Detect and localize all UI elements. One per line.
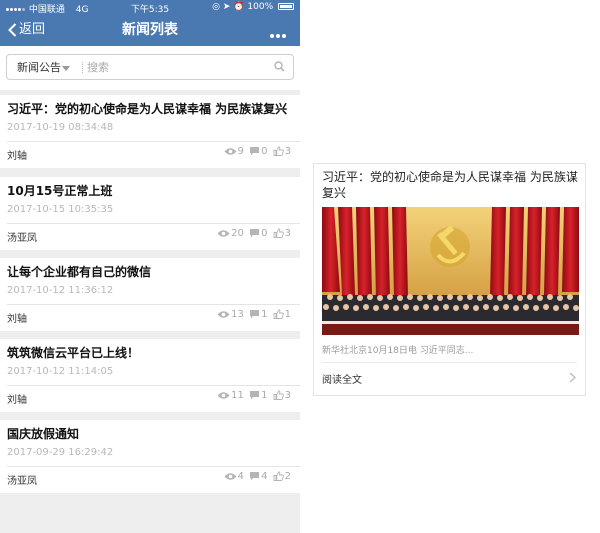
- page-title: 新闻列表: [122, 22, 178, 38]
- gps-arrow-icon: ➤: [222, 2, 231, 12]
- news-stats: 4 4 2: [224, 471, 294, 482]
- view-count: 11: [231, 390, 244, 401]
- news-item[interactable]: 让每个企业都有自己的微信 2017-10-12 11:36:12 刘轴 13 1…: [0, 258, 300, 331]
- news-title[interactable]: 让每个企业都有自己的微信: [7, 263, 151, 280]
- view-count: 4: [237, 471, 244, 482]
- news-item[interactable]: 习近平：党的初心使命是为人民谋幸福 为民族谋复兴 2017-10-19 08:3…: [0, 95, 300, 168]
- comment-count: 1: [261, 390, 268, 401]
- news-title[interactable]: 10月15号正常上班: [7, 182, 112, 199]
- article-image: [322, 207, 579, 335]
- eye-icon: [224, 147, 236, 155]
- category-dropdown[interactable]: 新闻公告: [17, 55, 70, 80]
- dropdown-arrow-icon: [62, 65, 70, 71]
- status-bar: 中国联通 4G 下午5:35 ◎ ➤ ⏰ 100%: [0, 0, 300, 15]
- news-stats: 11 1 3: [217, 390, 293, 401]
- like-count: 3: [284, 390, 291, 401]
- news-title[interactable]: 筑筑微信云平台已上线！: [7, 344, 139, 361]
- like-count: 2: [284, 471, 291, 482]
- chevron-right-icon[interactable]: [569, 372, 576, 383]
- thumbs-up-icon[interactable]: [273, 228, 284, 238]
- thumbs-up-icon[interactable]: [273, 471, 284, 481]
- view-count: 9: [237, 146, 244, 157]
- eye-icon: [217, 310, 230, 318]
- comment-count: 1: [261, 309, 268, 320]
- like-count: 3: [284, 228, 291, 239]
- comment-icon[interactable]: [249, 309, 260, 319]
- news-date: 2017-10-12 11:36:12: [7, 285, 114, 296]
- thumbs-up-icon[interactable]: [273, 309, 284, 319]
- news-item[interactable]: 筑筑微信云平台已上线！ 2017-10-12 11:14:05 刘轴 11 1 …: [0, 339, 300, 412]
- news-author: 汤亚凤: [7, 476, 37, 487]
- divider: [322, 362, 577, 363]
- search-icon[interactable]: [274, 61, 285, 72]
- eye-icon: [217, 229, 230, 237]
- divider: [7, 466, 300, 467]
- view-count: 20: [231, 228, 244, 239]
- comment-count: 0: [261, 228, 268, 239]
- news-date: 2017-10-12 11:14:05: [7, 366, 114, 377]
- divider: [7, 141, 300, 142]
- comment-icon[interactable]: [249, 390, 260, 400]
- search-divider: [82, 62, 83, 73]
- thumbs-up-icon[interactable]: [273, 146, 284, 156]
- news-stats: 20 0 3: [217, 228, 293, 239]
- news-author: 刘轴: [7, 151, 27, 162]
- preview-summary: 新华社北京10月18日电 习近平同志...: [322, 346, 474, 356]
- eye-icon: [224, 472, 236, 480]
- category-label: 新闻公告: [17, 61, 61, 74]
- like-count: 3: [284, 146, 291, 157]
- search-input[interactable]: [87, 57, 267, 77]
- comment-icon[interactable]: [249, 146, 260, 156]
- comment-count: 0: [261, 146, 268, 157]
- news-item[interactable]: 国庆放假通知 2017-09-29 16:29:42 汤亚凤 4 4 2: [0, 420, 300, 493]
- news-title[interactable]: 习近平：党的初心使命是为人民谋幸福 为民族谋复兴: [7, 100, 287, 117]
- search-bar: 新闻公告: [0, 46, 300, 90]
- comment-icon[interactable]: [249, 228, 260, 238]
- preview-title: 习近平：党的初心使命是为人民谋幸福 为民族谋复兴: [322, 170, 578, 200]
- location-icon: ◎: [212, 2, 220, 12]
- news-stats: 9 0 3: [224, 146, 294, 157]
- news-author: 汤亚凤: [7, 233, 37, 244]
- divider: [7, 304, 300, 305]
- news-item[interactable]: 10月15号正常上班 2017-10-15 10:35:35 汤亚凤 20 0 …: [0, 177, 300, 250]
- nav-bar: 返回 新闻列表: [0, 14, 300, 46]
- like-count: 1: [284, 309, 291, 320]
- comment-icon[interactable]: [249, 471, 260, 481]
- news-author: 刘轴: [7, 395, 27, 406]
- article-preview-card[interactable]: 习近平：党的初心使命是为人民谋幸福 为民族谋复兴 新华社北京10月18日电 习近…: [313, 163, 586, 396]
- more-dots-icon: [270, 34, 274, 38]
- news-date: 2017-10-19 08:34:48: [7, 122, 114, 133]
- more-button[interactable]: [270, 23, 290, 38]
- divider: [7, 385, 300, 386]
- battery-label: 100%: [247, 2, 274, 12]
- eye-icon: [217, 391, 230, 399]
- news-stats: 13 1 1: [217, 309, 293, 320]
- search-box: 新闻公告: [6, 54, 294, 80]
- comment-count: 4: [261, 471, 268, 482]
- alarm-icon: ⏰: [233, 2, 245, 12]
- read-full-link[interactable]: 阅读全文: [322, 371, 362, 386]
- divider: [7, 223, 300, 224]
- view-count: 13: [231, 309, 244, 320]
- news-date: 2017-10-15 10:35:35: [7, 204, 114, 215]
- thumbs-up-icon[interactable]: [273, 390, 284, 400]
- news-date: 2017-09-29 16:29:42: [7, 447, 114, 458]
- status-right: ◎ ➤ ⏰ 100%: [212, 2, 294, 12]
- news-title[interactable]: 国庆放假通知: [7, 425, 79, 442]
- news-author: 刘轴: [7, 314, 27, 325]
- phone-screen: 中国联通 4G 下午5:35 ◎ ➤ ⏰ 100% 返回 新闻列表 新闻公告 搜…: [0, 0, 300, 533]
- battery-icon: [278, 3, 294, 10]
